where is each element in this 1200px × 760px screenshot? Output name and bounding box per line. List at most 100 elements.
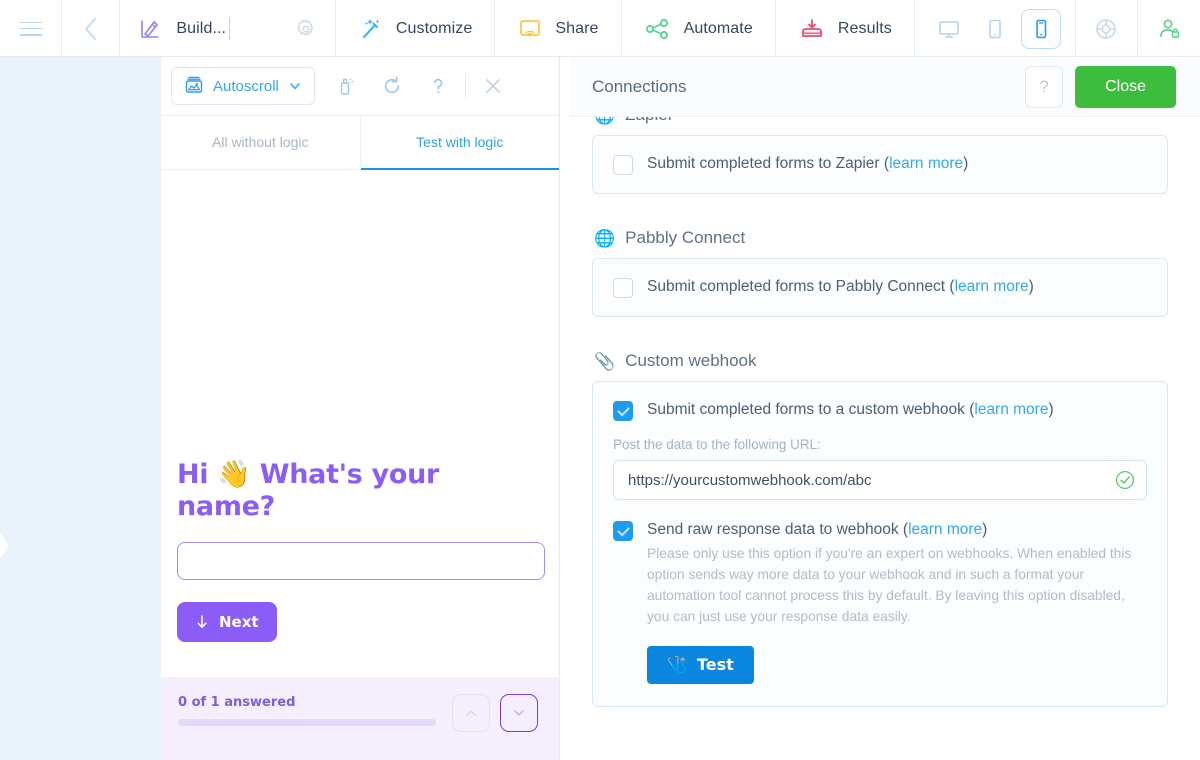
arrow-down-icon <box>195 614 209 630</box>
next-button[interactable]: Next <box>177 601 277 642</box>
preview-nav-buttons <box>452 694 538 732</box>
tab-test-with-logic-label: Test with logic <box>416 134 504 150</box>
autoscroll-label: Autoscroll <box>213 77 279 95</box>
device-mobile-button[interactable] <box>1020 8 1061 49</box>
tab-automate-label: Automate <box>683 19 753 37</box>
menu-button[interactable] <box>0 0 63 57</box>
gear-icon[interactable] <box>295 18 317 40</box>
spray-icon[interactable] <box>323 64 369 108</box>
webhook-enable-label: Submit completed forms to a custom webho… <box>647 400 1054 420</box>
preview-form-body: Hi 👋 What's your name? Next Submit 0 of … <box>161 170 559 760</box>
device-tablet-button[interactable] <box>975 9 1015 49</box>
zapier-checkbox-label: Submit completed forms to Zapier (learn … <box>647 154 968 174</box>
form-preview-panel: Autoscroll All without logic Test with l… <box>161 57 560 760</box>
close-icon[interactable] <box>470 64 516 108</box>
zapier-label-pre: Submit completed forms to Zapier ( <box>647 155 890 172</box>
webhook-enable-checkbox[interactable] <box>613 401 633 421</box>
webhook-enable-learn-more-link[interactable]: learn more <box>974 401 1048 418</box>
answer-input[interactable] <box>177 541 545 580</box>
tab-build[interactable]: Build... <box>120 0 336 57</box>
webhook-raw-row[interactable]: Send raw response data to webhook (learn… <box>613 520 1147 541</box>
tab-automate[interactable]: Automate <box>622 0 776 57</box>
autoscroll-dropdown[interactable]: Autoscroll <box>171 67 315 105</box>
webhook-test-button-label: Test <box>696 655 734 675</box>
section-heading-custom-webhook: 📎 Custom webhook <box>594 351 1168 371</box>
webhook-url-input[interactable] <box>613 460 1147 500</box>
webhook-raw-label-post: ) <box>982 521 988 538</box>
tab-all-without-logic-label: All without logic <box>212 134 309 150</box>
webhook-url-label: Post the data to the following URL: <box>613 437 821 452</box>
check-circle-icon <box>1115 470 1135 490</box>
webhook-raw-help-text: Please only use this option if you're an… <box>647 546 1132 624</box>
connections-title: Connections <box>592 76 687 96</box>
device-desktop-button[interactable] <box>929 9 969 49</box>
autoscroll-icon <box>184 76 204 96</box>
pabbly-checkbox[interactable] <box>613 278 633 298</box>
globe-icon: 🌐 <box>594 228 616 248</box>
pabbly-checkbox-row[interactable]: Submit completed forms to Pabbly Connect… <box>613 277 1147 298</box>
zapier-checkbox-row[interactable]: Submit completed forms to Zapier (learn … <box>613 154 1147 175</box>
nav-next-button[interactable] <box>500 694 538 732</box>
tab-share-label: Share <box>555 19 599 37</box>
nav-prev-button[interactable] <box>452 694 490 732</box>
connections-close-button[interactable]: Close <box>1075 65 1176 108</box>
hamburger-icon <box>19 21 42 36</box>
panel-collapse-handle[interactable] <box>0 533 12 559</box>
connections-help-button[interactable]: ? <box>1025 65 1064 108</box>
tab-customize-label: Customize <box>395 19 473 37</box>
pabbly-checkbox-label: Submit completed forms to Pabbly Connect… <box>647 277 1034 297</box>
account-button[interactable] <box>1138 0 1200 57</box>
stethoscope-icon: 🩺 <box>667 655 687 675</box>
pabbly-learn-more-link[interactable]: learn more <box>955 278 1029 295</box>
tab-results[interactable]: Results <box>776 0 915 57</box>
build-title-caret <box>229 17 231 40</box>
question-icon[interactable] <box>415 64 461 108</box>
webhook-raw-block: Send raw response data to webhook (learn… <box>613 520 1147 684</box>
card-custom-webhook: Submit completed forms to a custom webho… <box>592 381 1168 707</box>
connections-header: Connections ? Close <box>570 57 1200 117</box>
webhook-raw-learn-more-link[interactable]: learn more <box>908 521 982 538</box>
chevron-left-icon <box>82 16 100 42</box>
lifebuoy-icon <box>1093 16 1119 42</box>
question-block: Hi 👋 What's your name? Next <box>177 459 545 642</box>
share-cast-icon <box>517 16 543 42</box>
preview-toolbar: Autoscroll <box>161 57 559 116</box>
webhook-enable-label-pre: Submit completed forms to a custom webho… <box>647 401 975 418</box>
tab-customize[interactable]: Customize <box>336 0 496 57</box>
card-pabbly: Submit completed forms to Pabbly Connect… <box>592 258 1168 317</box>
progress-bar <box>178 719 436 726</box>
build-pencil-icon <box>138 17 162 41</box>
section-title-pabbly: Pabbly Connect <box>625 228 746 247</box>
connections-scroll-area[interactable]: 🌐 Zapier Submit completed forms to Zapie… <box>570 57 1200 760</box>
connections-panel: 🌐 Zapier Submit completed forms to Zapie… <box>570 57 1200 760</box>
webhook-enable-label-post: ) <box>1048 401 1054 418</box>
user-lock-icon <box>1156 16 1182 42</box>
toolbar-divider <box>464 73 466 99</box>
zapier-label-post: ) <box>963 155 969 172</box>
magic-wand-icon <box>358 16 384 42</box>
next-button-label: Next <box>219 612 259 631</box>
webhook-enable-row[interactable]: Submit completed forms to a custom webho… <box>613 400 1147 421</box>
left-canvas-strip <box>0 57 161 760</box>
tab-share[interactable]: Share <box>495 0 622 57</box>
section-title-custom-webhook: Custom webhook <box>625 351 757 370</box>
preview-footer: 0 of 1 answered <box>161 677 559 760</box>
tab-all-without-logic[interactable]: All without logic <box>161 116 360 170</box>
help-button[interactable] <box>1076 0 1138 57</box>
preview-tabs: All without logic Test with logic <box>161 116 559 170</box>
paperclip-icon: 📎 <box>594 351 616 371</box>
pabbly-label-post: ) <box>1028 278 1034 295</box>
build-title: Build... <box>176 19 227 37</box>
webhook-test-button[interactable]: 🩺 Test <box>647 645 754 684</box>
top-toolbar: Build... Customize Share Automate Result… <box>0 0 1200 57</box>
automate-nodes-icon <box>644 16 672 42</box>
back-button[interactable] <box>62 0 121 57</box>
zapier-checkbox[interactable] <box>613 155 633 175</box>
webhook-raw-checkbox[interactable] <box>613 521 633 541</box>
chevron-down-icon <box>511 705 527 721</box>
zapier-learn-more-link[interactable]: learn more <box>889 155 963 172</box>
webhook-url-field <box>613 460 1147 500</box>
tab-test-with-logic[interactable]: Test with logic <box>360 116 559 170</box>
refresh-icon[interactable] <box>369 64 415 108</box>
device-switcher <box>915 0 1076 57</box>
